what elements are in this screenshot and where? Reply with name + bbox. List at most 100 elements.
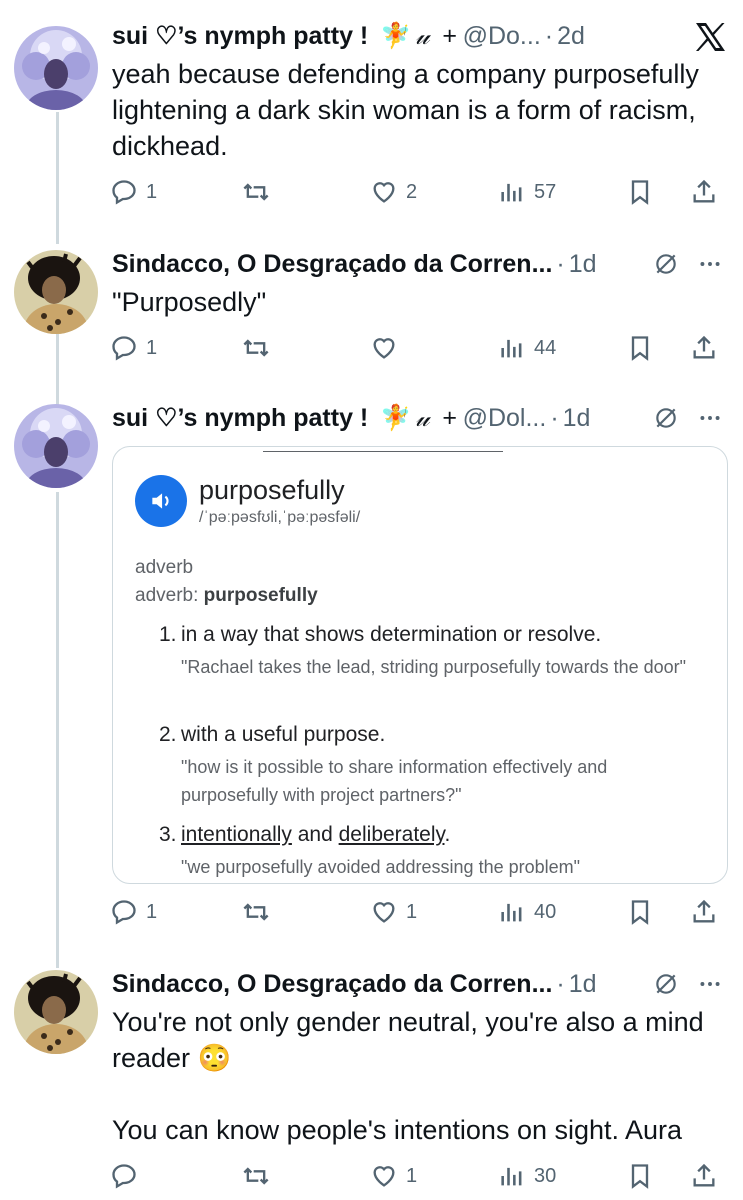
pos-word: purposefully [203, 585, 318, 606]
reply-icon [112, 900, 136, 925]
views-count: 40 [534, 900, 557, 923]
retweet-icon [243, 339, 269, 357]
share-icon [693, 335, 715, 359]
thread-line [56, 112, 59, 244]
dictionary-image-card[interactable]: purposefully /ˈpəːpəsfʊli,ˈpəːpəsfəli/ a… [112, 446, 728, 884]
tweet-actions: 1 2 57 [110, 174, 725, 210]
definition-connector: and [291, 823, 339, 846]
separator-dot: · [556, 249, 565, 278]
avatar[interactable] [14, 404, 98, 488]
grok-icon[interactable] [653, 971, 679, 997]
timestamp[interactable]: 1d [569, 970, 597, 999]
views-button[interactable]: 40 [498, 894, 556, 930]
reply-button[interactable]: 1 [110, 330, 157, 366]
display-name[interactable]: sui ♡’s nymph patty ! [112, 21, 368, 51]
reply-button[interactable] [110, 1158, 146, 1194]
header-actions [653, 398, 723, 438]
views-icon [501, 903, 522, 922]
views-count: 57 [534, 180, 557, 203]
views-icon [501, 183, 522, 202]
cropped-edge [263, 447, 503, 452]
display-name[interactable]: Sindacco, O Desgraçado da Corren... [112, 250, 552, 279]
part-of-speech: adverb [135, 557, 194, 578]
avatar[interactable] [14, 250, 98, 334]
reply-icon [112, 180, 136, 205]
separator-dot: · [550, 403, 559, 432]
more-icon[interactable] [697, 405, 723, 431]
definition-example: "Rachael takes the lead, striding purpos… [181, 657, 687, 677]
emoji-icon: 🧚 [380, 21, 412, 50]
share-icon [693, 179, 715, 203]
tweet-actions: 1 44 [110, 330, 725, 366]
definition-number: 3. [159, 823, 177, 846]
display-name[interactable]: sui ♡’s nymph patty ! [112, 403, 368, 433]
timestamp[interactable]: 1d [563, 404, 591, 433]
like-button[interactable]: 2 [370, 174, 417, 210]
pos-label: adverb: [135, 585, 199, 606]
views-button[interactable]: 30 [498, 1158, 556, 1194]
heart-icon [373, 338, 395, 359]
retweet-button[interactable] [242, 1158, 278, 1194]
handle[interactable]: @Do... [463, 22, 541, 51]
timestamp[interactable]: 2d [557, 22, 585, 51]
share-button[interactable] [690, 174, 718, 210]
synonym-link[interactable]: deliberately [339, 823, 445, 846]
bookmark-icon [631, 336, 649, 361]
avatar[interactable] [14, 970, 98, 1054]
views-button[interactable]: 57 [498, 174, 556, 210]
definition-text: in a way that shows determination or res… [181, 623, 602, 646]
retweet-icon [243, 903, 269, 921]
bookmark-button[interactable] [626, 330, 654, 366]
heart-icon [373, 1166, 395, 1187]
reply-button[interactable]: 1 [110, 174, 157, 210]
share-button[interactable] [690, 330, 718, 366]
more-icon[interactable] [697, 251, 723, 277]
tweet-header: sui ♡’s nymph patty ! 🧚 𝓊 + @Do... · 2d [112, 16, 723, 56]
grok-icon[interactable] [653, 251, 679, 277]
reply-button[interactable]: 1 [110, 894, 157, 930]
display-name[interactable]: Sindacco, O Desgraçado da Corren... [112, 970, 552, 999]
like-count: 1 [406, 1164, 418, 1187]
views-count: 30 [534, 1164, 557, 1187]
retweet-icon [243, 1167, 269, 1185]
bookmark-button[interactable] [626, 894, 654, 930]
share-button[interactable] [690, 1158, 718, 1194]
definition-example: "we purposefully avoided addressing the … [181, 857, 581, 877]
views-count: 44 [534, 336, 557, 359]
like-button[interactable] [370, 330, 406, 366]
badge-text: 𝓊 + [415, 403, 457, 432]
bookmark-button[interactable] [626, 1158, 654, 1194]
retweet-icon [243, 183, 269, 201]
reply-count: 1 [146, 336, 158, 359]
grok-icon[interactable] [653, 405, 679, 431]
retweet-button[interactable] [242, 174, 278, 210]
definition-number: 2. [159, 723, 177, 746]
retweet-button[interactable] [242, 330, 278, 366]
speaker-button[interactable] [135, 475, 187, 527]
handle[interactable]: @Dol... [463, 404, 547, 433]
share-button[interactable] [690, 894, 718, 930]
avatar[interactable] [14, 26, 98, 110]
tweet-header: sui ♡’s nymph patty ! 🧚 𝓊 + @Dol... · 1d [112, 398, 723, 438]
tweet-text: "Purposedly" [112, 287, 267, 317]
like-button[interactable]: 1 [370, 894, 417, 930]
reply-icon [112, 1164, 136, 1189]
bookmark-icon [631, 900, 649, 925]
timestamp[interactable]: 1d [569, 250, 597, 279]
tweet-actions: 1 1 40 [110, 894, 725, 930]
thread-line [56, 334, 59, 406]
more-icon[interactable] [697, 971, 723, 997]
reply-count: 1 [146, 180, 158, 203]
views-button[interactable]: 44 [498, 330, 556, 366]
share-icon [693, 1163, 715, 1187]
synonym-link[interactable]: intentionally [181, 823, 292, 846]
like-button[interactable]: 1 [370, 1158, 417, 1194]
definition-text: intentionally and deliberately. [181, 823, 705, 847]
bookmark-icon [631, 1164, 649, 1189]
retweet-button[interactable] [242, 894, 278, 930]
tweet-header: Sindacco, O Desgraçado da Corren... · 1d [112, 964, 723, 1004]
bookmark-button[interactable] [626, 174, 654, 210]
part-of-speech-full: adverb: purposefully [135, 585, 318, 607]
definition-number: 1. [159, 623, 177, 646]
tweet-actions: 1 30 [110, 1158, 725, 1194]
